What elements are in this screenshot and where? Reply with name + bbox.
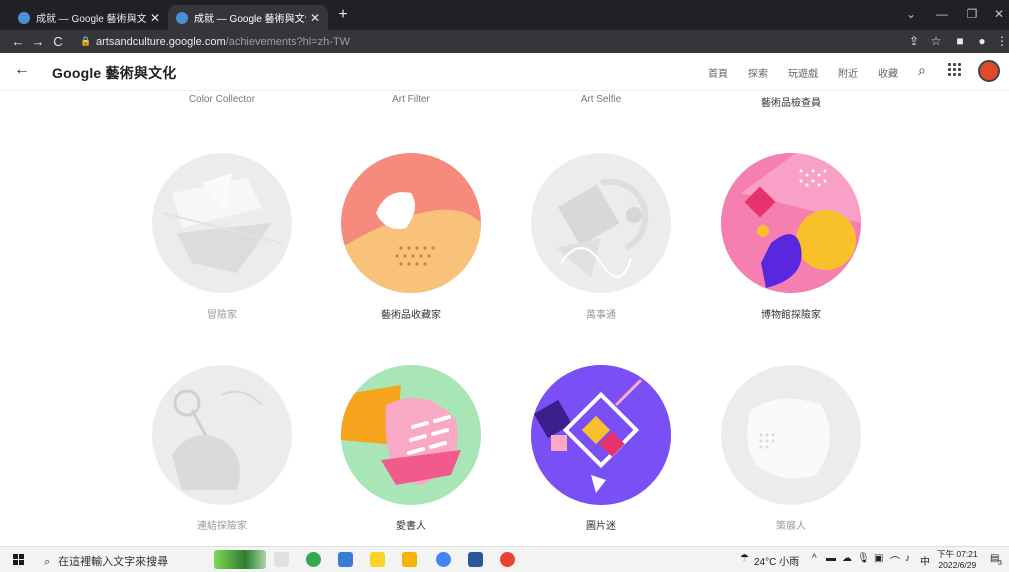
wifi-icon[interactable]: ⌒ [890, 553, 900, 568]
achievement-label: Art Filter [392, 94, 430, 105]
search-icon: ⌕ [44, 556, 51, 568]
weather-text[interactable]: 24°C 小雨 [754, 553, 799, 568]
apps-grid-icon[interactable] [948, 63, 962, 77]
achievement-badge-adventurer[interactable] [152, 153, 292, 293]
reload-icon[interactable]: C [48, 34, 68, 49]
achievement-label: 冒險家 [207, 310, 237, 321]
chrome-icon[interactable] [306, 552, 321, 567]
tray-chevron-up-icon[interactable]: ^ [812, 553, 817, 564]
ime-indicator[interactable]: 中 [920, 553, 930, 568]
taskbar-search-placeholder: 在這裡輸入文字來搜尋 [58, 556, 169, 568]
microphone-icon[interactable]: 🎙 [857, 553, 870, 564]
app-tray-icon[interactable]: ▣ [874, 553, 883, 564]
network-icon[interactable]: ☁ [842, 553, 852, 564]
achievement-badge-know-it-all[interactable] [531, 153, 671, 293]
clock[interactable]: 下午 07:21 2022/6/29 [937, 549, 978, 571]
achievement-badge-picture-fan[interactable] [531, 365, 671, 505]
windows-start-icon[interactable] [13, 554, 24, 565]
achievement-badge-museum-explorer[interactable] [721, 153, 861, 293]
weather-icon[interactable]: ☂ [740, 553, 749, 564]
word-icon[interactable] [468, 552, 483, 567]
nav-favorites[interactable]: 收藏 [878, 65, 898, 80]
achievement-label: 策展人 [776, 521, 806, 532]
more-menu-icon[interactable]: ⋮ [992, 33, 1009, 50]
achievement-badge-book-lover[interactable] [341, 365, 481, 505]
tab-search-chevron-down-icon[interactable]: ⌄ [897, 4, 925, 24]
chrome-profile-icon[interactable] [436, 552, 451, 567]
taskbar-search-box[interactable]: ⌕ 在這裡輸入文字來搜尋 [44, 553, 168, 569]
browser-tab-strip: 成就 — Google 藝術與文化 ✕ 成就 — Google 藝術與文化 ✕ … [0, 0, 1009, 30]
nav-play[interactable]: 玩遊戲 [788, 65, 818, 80]
task-view-icon[interactable] [274, 552, 289, 567]
lock-icon: 🔒 [80, 36, 92, 46]
back-arrow-icon[interactable]: ← [8, 34, 28, 49]
address-bar-row: ← → C 🔒 artsandculture.google.com/achiev… [0, 30, 1009, 53]
notification-count: 3 [998, 560, 1002, 567]
clock-time: 下午 07:21 [937, 549, 978, 559]
restore-icon[interactable]: ❐ [958, 4, 986, 24]
achievement-label: 愛書人 [396, 521, 426, 532]
achievement-label: Color Collector [188, 94, 256, 105]
achievement-label: 連結探險家 [197, 521, 247, 532]
chrome-icon[interactable] [500, 552, 515, 567]
url-path: /achievements?hl=zh-TW [225, 35, 351, 48]
nav-home[interactable]: 首頁 [708, 65, 728, 80]
profile-avatar-icon[interactable]: ● [972, 33, 992, 50]
bookmark-star-icon[interactable]: ☆ [926, 33, 946, 50]
minimize-icon[interactable]: — [928, 4, 956, 24]
achievement-label: 萬事通 [586, 310, 616, 321]
achievement-label: 圖片迷 [586, 521, 616, 532]
share-icon[interactable]: ⇪ [904, 33, 924, 50]
close-tab-icon[interactable]: ✕ [310, 11, 320, 25]
arts-culture-favicon-icon [18, 11, 30, 24]
achievement-badge-link-explorer[interactable] [152, 365, 292, 505]
taskbar: ⌕ 在這裡輸入文字來搜尋 ☂ 24°C 小雨 ^ ▬ ☁ 🎙 ▣ ⌒ ♪ 中 下午… [0, 546, 1009, 572]
back-arrow-icon[interactable]: ← [14, 61, 30, 79]
url-host: artsandculture.google.com [96, 35, 226, 48]
avatar[interactable] [978, 60, 1000, 82]
site-header: ← Google 藝術與文化 首頁 探索 玩遊戲 附近 收藏 ⌕ [0, 53, 1009, 91]
battery-icon[interactable]: ▬ [826, 553, 836, 564]
url-field[interactable]: 🔒 artsandculture.google.com/achievements… [80, 33, 900, 50]
nav-nearby[interactable]: 附近 [838, 65, 858, 80]
volume-icon[interactable]: ♪ [905, 553, 910, 564]
file-explorer-icon[interactable] [402, 552, 417, 567]
tab-title: 成就 — Google 藝術與文化 [36, 14, 146, 25]
close-tab-icon[interactable]: ✕ [150, 11, 160, 25]
forward-arrow-icon[interactable]: → [28, 34, 48, 49]
close-window-icon[interactable]: ✕ [985, 4, 1009, 24]
clock-date: 2022/6/29 [938, 560, 977, 570]
app-icon[interactable] [338, 552, 353, 567]
achievement-label: 藝術品檢查員 [761, 98, 821, 109]
tab-title: 成就 — Google 藝術與文化 [194, 14, 306, 25]
browser-tab-active[interactable]: 成就 — Google 藝術與文化 ✕ [168, 5, 328, 30]
browser-tab[interactable]: 成就 — Google 藝術與文化 ✕ [10, 5, 168, 30]
site-brand[interactable]: Google 藝術與文化 [52, 63, 177, 83]
search-highlight-art [214, 550, 266, 569]
achievement-badge-art-collector[interactable] [341, 153, 481, 293]
app-icon[interactable] [370, 552, 385, 567]
achievement-label: 博物館探險家 [761, 310, 821, 321]
side-panel-icon[interactable]: ■ [950, 33, 970, 50]
nav-explore[interactable]: 探索 [748, 65, 768, 80]
achievement-label: 藝術品收藏家 [381, 310, 441, 321]
new-tab-button[interactable]: + [334, 5, 352, 25]
achievement-badge-curator[interactable] [721, 365, 861, 505]
arts-culture-favicon-icon [176, 11, 188, 24]
achievement-label: Art Selfie [580, 94, 622, 105]
search-icon[interactable]: ⌕ [918, 62, 926, 79]
